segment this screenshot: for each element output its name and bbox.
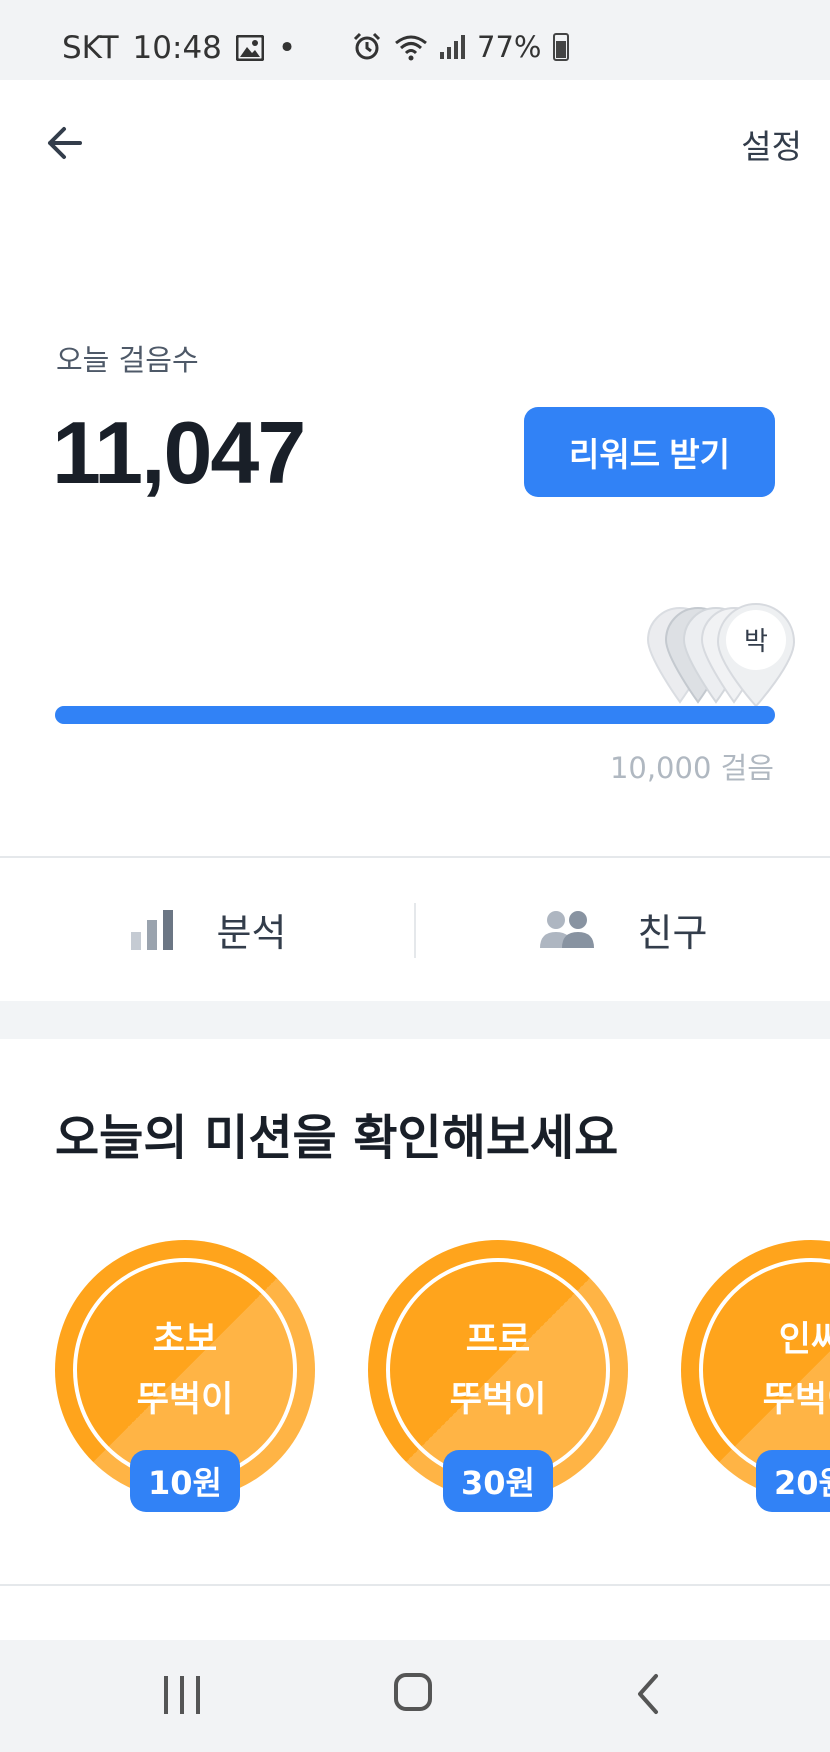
settings-link[interactable]: 설정	[741, 120, 802, 168]
progress-track	[55, 706, 775, 724]
section-gap	[0, 1001, 830, 1039]
friends-icon	[539, 910, 594, 948]
home-icon[interactable]	[394, 1673, 432, 1711]
mission-reward-badge: 20원	[756, 1450, 830, 1512]
mission-name-line2: 뚜벅이	[762, 1380, 830, 1420]
system-nav-bar	[0, 1640, 830, 1752]
quick-links: 분석 친구	[0, 858, 830, 1001]
status-right: 77%	[352, 30, 570, 64]
friend-markers: 박	[646, 602, 796, 708]
carrier-label: SKT	[62, 30, 119, 66]
notification-dot: •	[277, 30, 297, 66]
battery-percent: 77%	[477, 30, 542, 64]
status-left: SKT 10:48 •	[62, 30, 296, 66]
goal-label: 10,000 걸음	[609, 751, 774, 785]
mission-name-line1: 초보	[152, 1320, 218, 1360]
battery-icon	[553, 33, 570, 61]
mission-reward-badge: 30원	[443, 1450, 553, 1512]
mission-card[interactable]: 인싸 뚜벅이 20원	[681, 1240, 830, 1520]
analysis-label: 분석	[216, 911, 287, 955]
clock: 10:48	[132, 30, 222, 66]
gallery-icon	[235, 35, 264, 61]
divider	[0, 1584, 830, 1586]
alarm-icon	[353, 32, 381, 60]
mission-name-line2: 뚜벅이	[136, 1380, 234, 1420]
recent-apps-icon[interactable]	[164, 1676, 200, 1714]
mission-card[interactable]: 초보 뚜벅이 10원	[55, 1240, 315, 1520]
mission-name-line1: 인싸	[778, 1320, 830, 1360]
status-bar: SKT 10:48 • 77%	[0, 0, 830, 80]
bar-chart-icon	[130, 909, 173, 950]
mission-name-line1: 프로	[465, 1320, 531, 1360]
mission-name-line2: 뚜벅이	[449, 1380, 547, 1420]
analysis-button[interactable]: 분석	[0, 858, 415, 1001]
nav-back-icon[interactable]	[628, 1670, 668, 1718]
steps-label: 오늘 걸음수	[56, 343, 199, 377]
missions-title: 오늘의 미션을 확인해보세요	[55, 1110, 619, 1166]
reward-button[interactable]: 리워드 받기	[524, 407, 775, 497]
wifi-icon	[395, 35, 427, 61]
steps-count: 11,047	[52, 403, 306, 502]
back-arrow-icon[interactable]	[40, 118, 90, 168]
quick-separator	[414, 903, 416, 958]
progress-fill	[55, 706, 775, 724]
friends-button[interactable]: 친구	[415, 858, 830, 1001]
mission-reward-badge: 10원	[130, 1450, 240, 1512]
mission-card[interactable]: 프로 뚜벅이 30원	[368, 1240, 628, 1520]
signal-icon	[440, 35, 465, 59]
friends-label: 친구	[637, 911, 708, 955]
marker-label: 박	[744, 627, 768, 657]
